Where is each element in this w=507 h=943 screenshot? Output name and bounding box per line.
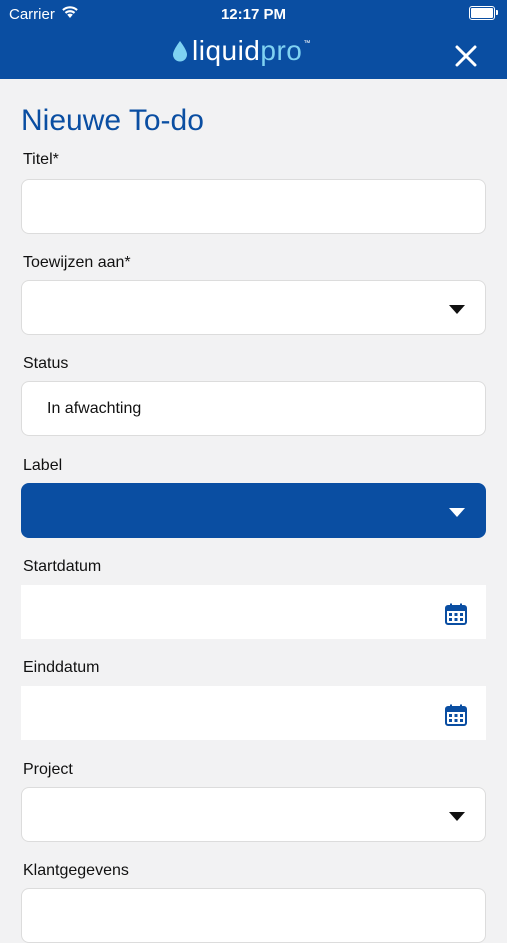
- battery-icon: [469, 6, 498, 20]
- project-label: Project: [23, 761, 73, 778]
- calendar-icon[interactable]: [445, 704, 467, 726]
- status-time: 12:17 PM: [220, 6, 287, 23]
- chevron-down-icon: [449, 508, 465, 517]
- page-title: Nieuwe To-do: [21, 104, 204, 137]
- klantgegevens-label: Klantgegevens: [23, 862, 129, 879]
- drop-icon: [173, 41, 187, 62]
- logo-trademark: ™: [303, 40, 311, 47]
- status-bar: Carrier 12:17 PM: [0, 0, 507, 28]
- label-select[interactable]: [21, 483, 486, 538]
- einddatum-input[interactable]: [21, 686, 486, 740]
- titel-label: Titel*: [23, 151, 59, 168]
- status-field[interactable]: In afwachting: [21, 381, 486, 436]
- app-logo: liquid pro ™: [172, 34, 310, 68]
- toewijzen-label: Toewijzen aan*: [23, 254, 131, 271]
- startdatum-label: Startdatum: [23, 558, 102, 575]
- klantgegevens-select[interactable]: [21, 888, 486, 943]
- project-select[interactable]: [21, 787, 486, 842]
- status-label: Status: [23, 355, 69, 372]
- logo-text-pro: pro: [260, 35, 303, 66]
- logo-text-liquid: liquid: [192, 35, 261, 66]
- app-header: Carrier 12:17 PM liquid pro ™: [0, 0, 507, 79]
- einddatum-label: Einddatum: [23, 659, 100, 676]
- chevron-down-icon: [449, 305, 465, 314]
- titel-input[interactable]: [21, 179, 486, 234]
- toewijzen-select[interactable]: [21, 280, 486, 335]
- calendar-icon[interactable]: [445, 603, 467, 625]
- status-value: In afwachting: [47, 400, 142, 417]
- chevron-down-icon: [449, 812, 465, 821]
- label-field-label: Label: [23, 457, 63, 474]
- close-icon[interactable]: [455, 45, 477, 67]
- startdatum-input[interactable]: [21, 585, 486, 639]
